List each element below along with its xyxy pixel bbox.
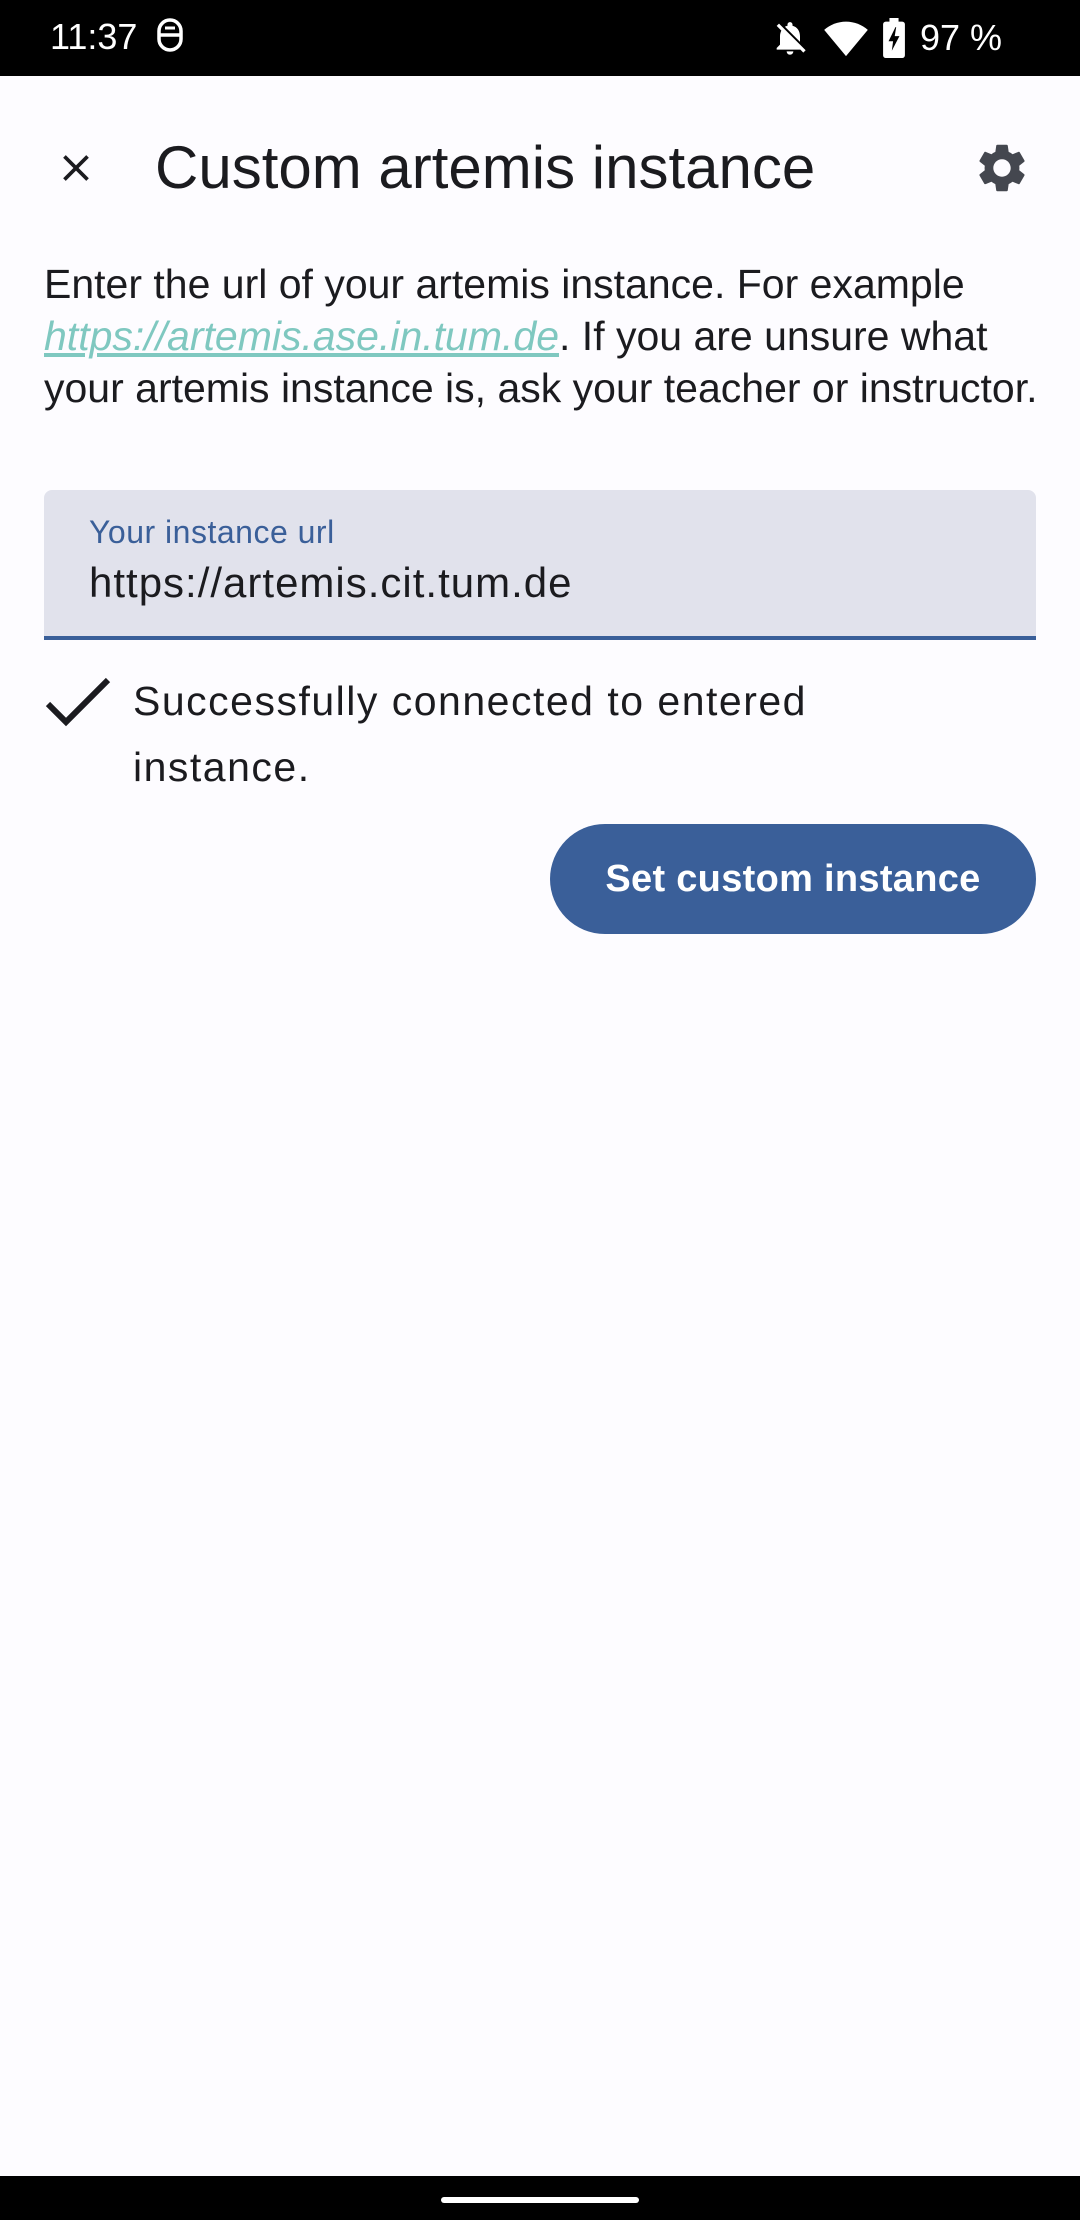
instructions-text: Enter the url of your artemis instance. … xyxy=(44,258,1044,414)
gear-icon xyxy=(979,144,1025,192)
battery-percent: 97 % xyxy=(919,17,1002,58)
wifi-icon xyxy=(824,21,868,57)
check-icon xyxy=(45,677,111,727)
close-button[interactable] xyxy=(34,126,118,210)
close-icon xyxy=(63,155,89,181)
instance-url-label: Your instance url xyxy=(89,514,335,550)
navigation-bar xyxy=(0,2176,1080,2220)
app-bar: Custom artemis instance xyxy=(0,76,1080,254)
instance-url-field[interactable]: Your instance url https://artemis.cit.tu… xyxy=(44,490,1036,640)
bell-off-icon xyxy=(776,22,806,55)
settings-button[interactable] xyxy=(960,126,1044,210)
example-url-link[interactable]: https://artemis.ase.in.tum.de xyxy=(44,313,559,359)
battery-charging-icon xyxy=(883,18,905,58)
status-icons: 97 % xyxy=(770,10,1002,66)
notification-app-icon xyxy=(157,18,183,52)
instance-url-input[interactable]: https://artemis.cit.tum.de xyxy=(89,556,989,610)
instructions-prefix: Enter the url of your artemis instance. … xyxy=(44,261,965,307)
connection-status-message: Successfully connected to entered instan… xyxy=(133,678,807,790)
status-time: 11:37 xyxy=(50,16,138,57)
status-bar: 11:37 97 % xyxy=(0,0,1080,76)
page-title: Custom artemis instance xyxy=(155,134,816,201)
set-custom-instance-button[interactable]: Set custom instance xyxy=(550,824,1036,934)
home-indicator[interactable] xyxy=(441,2197,639,2203)
